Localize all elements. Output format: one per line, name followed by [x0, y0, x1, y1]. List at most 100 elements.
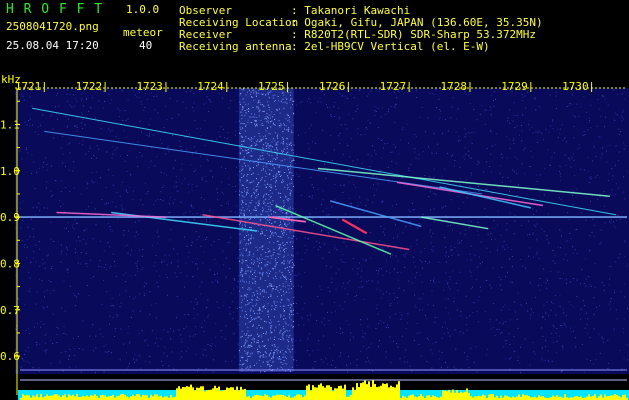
noise-dot [68, 355, 70, 357]
burst-dot [263, 208, 265, 210]
activity-peak [206, 390, 208, 400]
noise-dot [151, 330, 153, 332]
burst-dot [269, 173, 271, 175]
burst-dot [286, 266, 288, 268]
burst-dot [284, 128, 286, 130]
burst-dot [256, 342, 258, 344]
noise-dot [329, 347, 331, 349]
noise-dot [535, 109, 537, 111]
noise-dot [469, 270, 471, 272]
noise-dot [206, 219, 207, 221]
burst-dot [279, 332, 281, 334]
noise-dot [186, 275, 188, 277]
burst-dot [279, 285, 281, 287]
burst-dot [259, 220, 261, 222]
noise-dot [565, 141, 567, 143]
activity-peak [368, 381, 370, 400]
burst-dot [257, 309, 259, 311]
burst-dot [248, 302, 250, 304]
noise-dot [375, 269, 377, 271]
noise-dot [507, 117, 509, 119]
noise-dot [513, 139, 515, 141]
burst-dot [260, 138, 262, 140]
burst-dot [256, 144, 258, 146]
burst-dot [239, 153, 241, 155]
noise-dot [567, 212, 569, 214]
noise-dot [237, 320, 239, 322]
burst-dot [270, 294, 272, 296]
noise-dot [466, 317, 468, 319]
burst-dot [246, 281, 247, 283]
noise-dot [207, 344, 209, 345]
noise-dot [496, 328, 498, 330]
noise-dot [576, 228, 578, 230]
noise-dot [190, 301, 192, 303]
noise-dot [196, 185, 198, 187]
noise-dot [111, 297, 113, 299]
noise-dot [114, 265, 116, 267]
noise-dot [200, 197, 202, 199]
burst-dot [283, 229, 285, 231]
noise-dot [183, 213, 185, 215]
burst-dot [259, 262, 261, 264]
noise-dot [593, 313, 595, 315]
noise-dot [621, 368, 623, 370]
noise-dot [451, 106, 453, 108]
noise-dot [528, 220, 530, 222]
activity-peak [446, 391, 448, 400]
noise-dot [33, 257, 34, 259]
burst-dot [265, 356, 267, 358]
burst-dot [246, 175, 248, 177]
noise-dot [325, 177, 327, 179]
burst-dot [284, 230, 286, 232]
burst-dot [271, 120, 273, 122]
noise-dot [468, 227, 470, 228]
burst-dot [246, 354, 248, 356]
noise-dot [215, 345, 217, 347]
burst-dot [275, 175, 277, 177]
noise-dot [367, 199, 369, 201]
burst-dot [283, 308, 284, 310]
noise-dot [584, 327, 586, 329]
burst-dot [265, 130, 267, 132]
burst-dot [287, 298, 289, 300]
noise-dot [454, 165, 455, 167]
burst-dot [239, 126, 241, 128]
burst-dot [251, 295, 253, 297]
noise-dot [81, 98, 83, 100]
burst-dot [274, 232, 276, 234]
noise-dot [40, 326, 41, 328]
burst-dot [251, 137, 252, 139]
noise-dot [353, 97, 355, 99]
activity-peak [538, 395, 540, 400]
burst-dot [258, 345, 260, 347]
noise-dot [108, 350, 110, 352]
noise-dot [331, 206, 333, 208]
activity-peak [330, 386, 332, 400]
noise-dot [184, 314, 186, 316]
activity-peak [230, 387, 232, 400]
noise-dot [50, 195, 52, 197]
burst-dot [291, 160, 293, 162]
noise-dot [438, 350, 440, 352]
noise-dot [348, 280, 350, 282]
burst-dot [255, 186, 257, 187]
burst-dot [276, 286, 278, 288]
burst-dot [266, 152, 268, 154]
burst-dot [274, 124, 276, 126]
burst-dot [241, 88, 243, 90]
noise-dot [459, 166, 461, 168]
noise-dot [23, 360, 25, 362]
noise-dot [82, 128, 84, 130]
burst-dot [282, 283, 284, 285]
noise-dot [27, 152, 29, 154]
burst-dot [284, 276, 286, 278]
noise-dot [154, 109, 156, 111]
noise-dot [366, 348, 368, 350]
noise-dot [459, 178, 461, 180]
activity-peak [218, 386, 220, 400]
noise-dot [508, 139, 510, 141]
noise-dot [404, 356, 406, 358]
noise-dot [548, 315, 550, 317]
noise-dot [377, 108, 379, 110]
